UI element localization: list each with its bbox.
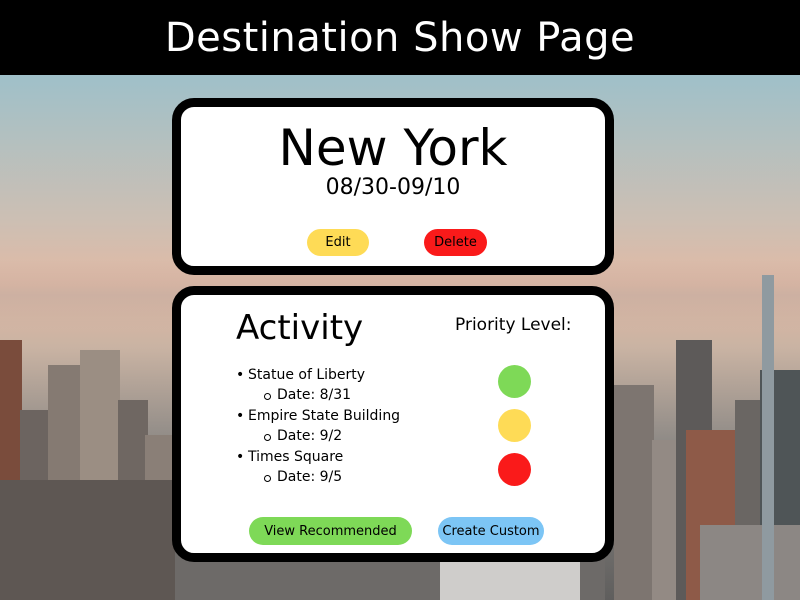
priority-indicator-high-green bbox=[498, 365, 531, 398]
activity-item-empire-state-building[interactable]: Empire State Building bbox=[236, 406, 456, 426]
destination-card: New York 08/30-09/10 Edit Delete bbox=[172, 98, 614, 275]
create-custom-button[interactable]: Create Custom bbox=[438, 517, 544, 545]
activity-list: Statue of Liberty Date: 8/31 Empire Stat… bbox=[236, 365, 456, 488]
activities-card: Activity Priority Level: Statue of Liber… bbox=[172, 286, 614, 562]
activity-heading: Activity bbox=[236, 308, 364, 348]
activity-date: Date: 9/5 bbox=[236, 467, 456, 488]
edit-button[interactable]: Edit bbox=[307, 229, 369, 256]
priority-level-heading: Priority Level: bbox=[455, 315, 572, 335]
view-recommended-button[interactable]: View Recommended bbox=[249, 517, 412, 545]
page-header: Destination Show Page bbox=[0, 0, 800, 75]
page-title: Destination Show Page bbox=[164, 14, 636, 61]
priority-indicator-red bbox=[498, 453, 531, 486]
priority-indicator-yellow bbox=[498, 409, 531, 442]
destination-name: New York bbox=[278, 119, 508, 177]
delete-button[interactable]: Delete bbox=[424, 229, 487, 256]
activity-item-statue-of-liberty[interactable]: Statue of Liberty bbox=[236, 365, 456, 385]
activity-item-times-square[interactable]: Times Square bbox=[236, 447, 456, 467]
activity-date: Date: 9/2 bbox=[236, 426, 456, 447]
destination-dates: 08/30-09/10 bbox=[325, 175, 461, 200]
activity-date: Date: 8/31 bbox=[236, 385, 456, 406]
